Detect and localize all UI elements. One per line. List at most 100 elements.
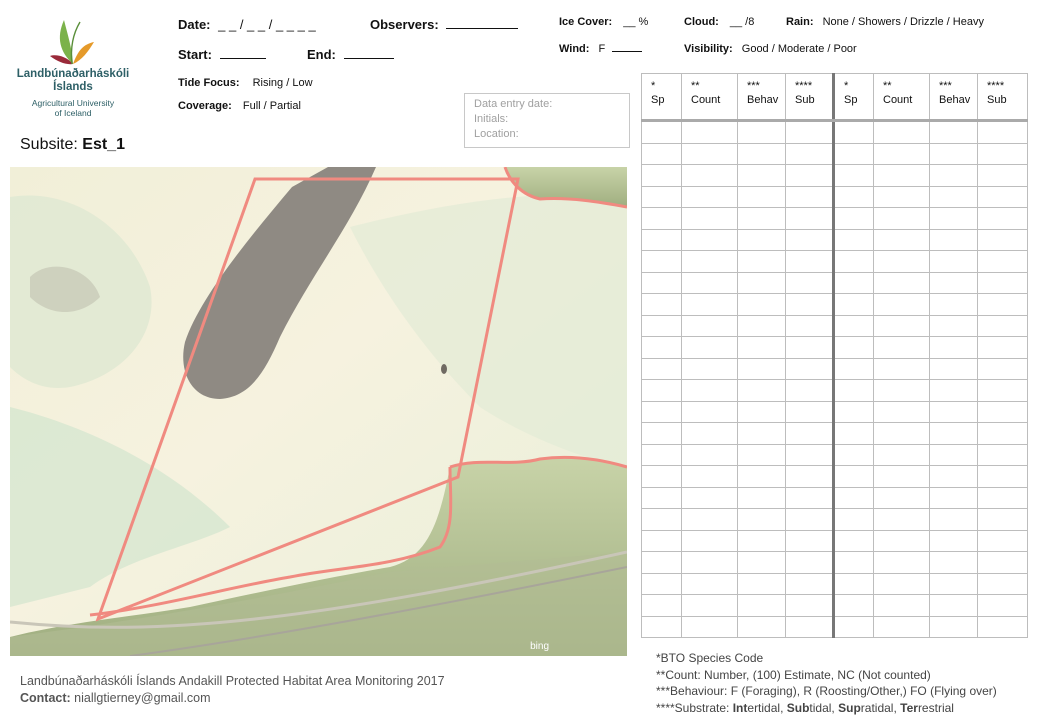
tally-cell[interactable] (641, 207, 682, 230)
tally-cell[interactable] (737, 142, 786, 165)
ice-cover-field[interactable]: Ice Cover: __ % (559, 16, 648, 28)
tally-row[interactable] (641, 465, 1028, 488)
tally-cell[interactable] (977, 120, 1028, 144)
tally-row[interactable] (641, 443, 1028, 466)
tally-cell[interactable] (873, 508, 930, 531)
tally-cell[interactable] (873, 185, 930, 208)
tally-cell[interactable] (977, 400, 1028, 423)
tally-row[interactable] (641, 250, 1028, 273)
tally-cell[interactable] (873, 400, 930, 423)
tally-cell[interactable] (737, 465, 786, 488)
tally-cell[interactable] (833, 508, 874, 531)
tally-cell[interactable] (929, 185, 978, 208)
tally-cell[interactable] (929, 422, 978, 445)
tally-cell[interactable] (929, 465, 978, 488)
tally-cell[interactable] (977, 465, 1028, 488)
tally-cell[interactable] (833, 379, 874, 402)
tally-row[interactable] (641, 572, 1028, 595)
tally-cell[interactable] (785, 207, 835, 230)
tally-cell[interactable] (681, 314, 738, 337)
tally-cell[interactable] (833, 314, 874, 337)
tally-cell[interactable] (873, 379, 930, 402)
tally-cell[interactable] (641, 422, 682, 445)
tally-cell[interactable] (681, 185, 738, 208)
tally-cell[interactable] (929, 572, 978, 595)
tally-cell[interactable] (785, 336, 835, 359)
tally-cell[interactable] (785, 314, 835, 337)
tally-row[interactable] (641, 271, 1028, 294)
tally-row[interactable] (641, 529, 1028, 552)
tally-cell[interactable] (833, 250, 874, 273)
tally-cell[interactable] (641, 271, 682, 294)
tally-cell[interactable] (833, 400, 874, 423)
tally-cell[interactable] (681, 164, 738, 187)
tally-cell[interactable] (737, 164, 786, 187)
tally-cell[interactable] (977, 486, 1028, 509)
tally-row[interactable] (641, 228, 1028, 251)
tally-cell[interactable] (873, 594, 930, 617)
tally-cell[interactable] (641, 379, 682, 402)
tally-cell[interactable] (929, 164, 978, 187)
tally-cell[interactable] (833, 422, 874, 445)
rain-field[interactable]: Rain: None / Showers / Drizzle / Heavy (786, 16, 984, 28)
tally-cell[interactable] (737, 486, 786, 509)
date-field[interactable]: Date: _ _ / _ _ / _ _ _ _ (178, 17, 316, 32)
tally-cell[interactable] (681, 443, 738, 466)
tally-cell[interactable] (929, 486, 978, 509)
tally-cell[interactable] (737, 120, 786, 144)
wind-field[interactable]: Wind: F (559, 43, 643, 55)
tally-cell[interactable] (785, 357, 835, 380)
tally-cell[interactable] (929, 228, 978, 251)
tally-cell[interactable] (641, 250, 682, 273)
tally-cell[interactable] (681, 465, 738, 488)
tally-cell[interactable] (641, 400, 682, 423)
tally-cell[interactable] (641, 336, 682, 359)
tally-cell[interactable] (873, 551, 930, 574)
tally-cell[interactable] (641, 357, 682, 380)
tally-row[interactable] (641, 142, 1028, 165)
tally-cell[interactable] (929, 271, 978, 294)
tally-cell[interactable] (929, 293, 978, 316)
tally-cell[interactable] (737, 336, 786, 359)
tally-cell[interactable] (641, 443, 682, 466)
tally-cell[interactable] (641, 293, 682, 316)
tally-cell[interactable] (833, 293, 874, 316)
tally-row[interactable] (641, 379, 1028, 402)
tally-row[interactable] (641, 120, 1028, 144)
tally-cell[interactable] (737, 379, 786, 402)
tally-cell[interactable] (929, 551, 978, 574)
tally-cell[interactable] (977, 551, 1028, 574)
tally-cell[interactable] (681, 293, 738, 316)
tally-cell[interactable] (929, 443, 978, 466)
tally-cell[interactable] (833, 529, 874, 552)
tally-cell[interactable] (785, 379, 835, 402)
tally-cell[interactable] (785, 250, 835, 273)
tally-cell[interactable] (873, 615, 930, 638)
tally-cell[interactable] (737, 314, 786, 337)
tally-cell[interactable] (873, 336, 930, 359)
tally-cell[interactable] (785, 400, 835, 423)
tally-cell[interactable] (929, 250, 978, 273)
tally-cell[interactable] (977, 594, 1028, 617)
tally-cell[interactable] (681, 120, 738, 144)
tally-cell[interactable] (833, 142, 874, 165)
tally-row[interactable] (641, 314, 1028, 337)
tally-cell[interactable] (641, 551, 682, 574)
tally-table[interactable]: * Sp ** Count *** Behav **** Sub * Sp ** Count *** Be… (641, 73, 1028, 649)
tally-cell[interactable] (737, 422, 786, 445)
tally-cell[interactable] (737, 551, 786, 574)
tally-cell[interactable] (929, 379, 978, 402)
tally-cell[interactable] (681, 486, 738, 509)
tally-cell[interactable] (785, 465, 835, 488)
tally-cell[interactable] (977, 508, 1028, 531)
cloud-field[interactable]: Cloud: __ /8 (684, 16, 754, 28)
tally-row[interactable] (641, 185, 1028, 208)
tally-cell[interactable] (977, 207, 1028, 230)
tally-cell[interactable] (681, 551, 738, 574)
tally-cell[interactable] (681, 379, 738, 402)
tally-cell[interactable] (977, 271, 1028, 294)
tally-cell[interactable] (641, 314, 682, 337)
tally-cell[interactable] (681, 271, 738, 294)
tally-row[interactable] (641, 400, 1028, 423)
tally-cell[interactable] (737, 357, 786, 380)
